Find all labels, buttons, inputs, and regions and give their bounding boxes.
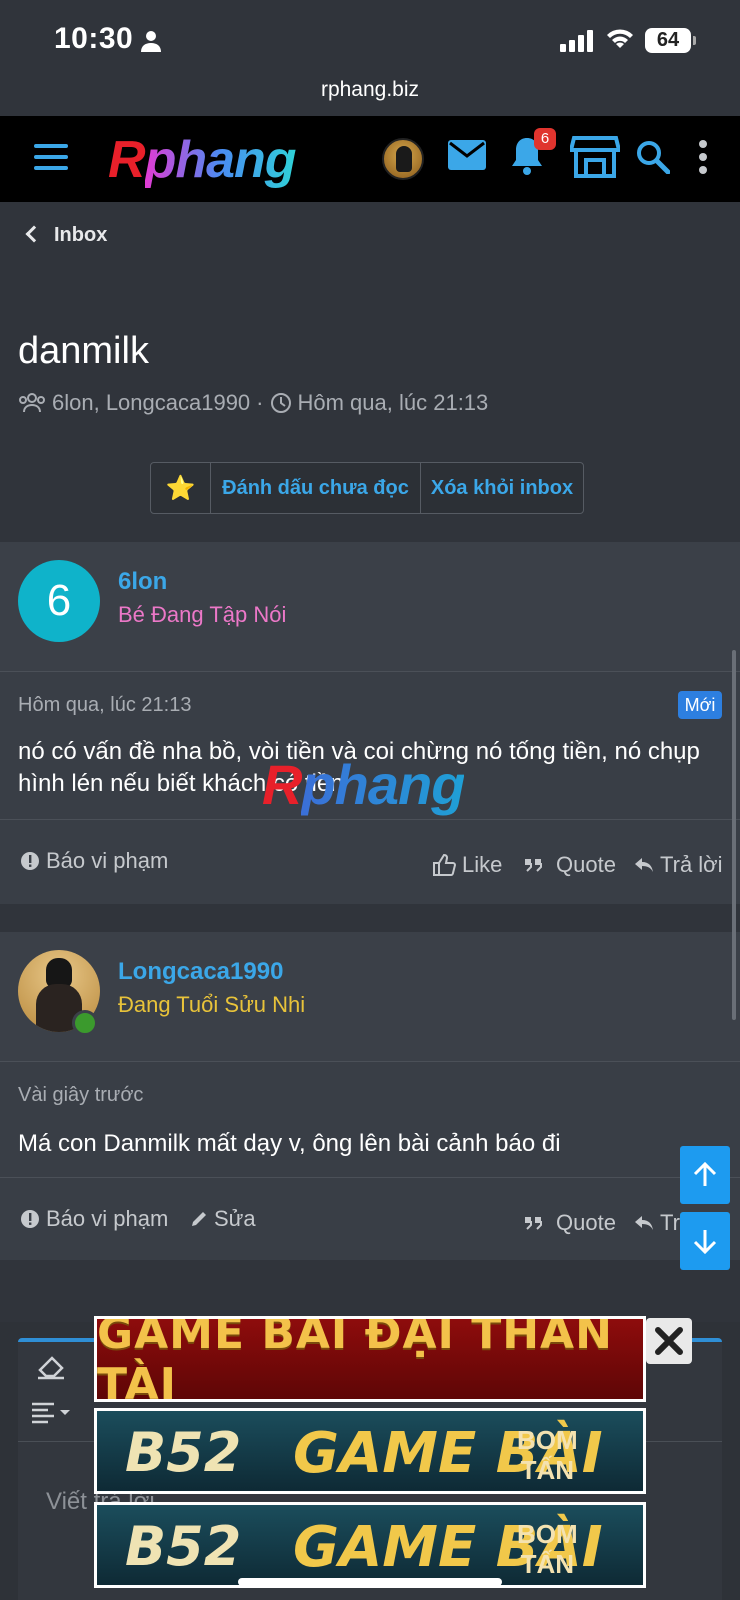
- user-avatar[interactable]: [382, 138, 424, 180]
- message-user-info: 6 6lon Bé Đang Tập Nói: [0, 542, 740, 672]
- more-options-icon[interactable]: [698, 140, 708, 174]
- chevron-left-icon: [25, 225, 43, 243]
- message-body: Má con Danmilk mất dạy v, ông lên bài cả…: [18, 1130, 561, 1157]
- align-icon[interactable]: [30, 1402, 74, 1424]
- quote-button[interactable]: Quote: [524, 1210, 616, 1236]
- scrollbar[interactable]: [732, 650, 736, 1020]
- arrow-up-icon: [693, 1162, 717, 1186]
- divider: [0, 1177, 740, 1178]
- reply-icon: [635, 1216, 653, 1230]
- status-time: 10:30: [54, 22, 134, 55]
- wifi-icon: [607, 29, 633, 48]
- participants[interactable]: 6lon, Longcaca1990: [52, 390, 250, 416]
- users-icon: [19, 393, 45, 413]
- edit-button[interactable]: Sửa: [190, 1206, 256, 1232]
- user-title: Bé Đang Tập Nói: [118, 602, 287, 627]
- menu-icon[interactable]: [34, 144, 68, 172]
- online-status-icon: [72, 1010, 98, 1036]
- like-button[interactable]: Like: [432, 852, 502, 878]
- notification-badge: 6: [534, 128, 556, 150]
- remove-inbox-button[interactable]: Xóa khỏi inbox: [421, 463, 583, 513]
- conversation-meta: 6lon, Longcaca1990 · Hôm qua, lúc 21:13: [18, 390, 488, 416]
- divider: [0, 819, 740, 820]
- scroll-bottom-button[interactable]: [680, 1212, 730, 1270]
- store-icon[interactable]: [570, 136, 620, 178]
- clock-icon: [270, 393, 291, 413]
- conversation-time: Hôm qua, lúc 21:13: [297, 390, 489, 415]
- quote-icon: [525, 1217, 542, 1230]
- user-title: Đang Tuổi Sửu Nhi: [118, 992, 306, 1017]
- status-bar: 10:30 64: [0, 0, 740, 80]
- arrow-down-icon: [693, 1230, 717, 1254]
- conversation-actions: ⭐ Đánh dấu chưa đọc Xóa khỏi inbox: [150, 462, 584, 514]
- new-badge: Mới: [678, 691, 722, 719]
- message-time[interactable]: Vài giây trước: [18, 1084, 143, 1107]
- cellular-signal-icon: [560, 30, 593, 52]
- person-icon: [141, 31, 161, 52]
- ad-banner-b52[interactable]: B52 GAME BÀI BOM TẤN: [94, 1408, 646, 1494]
- pencil-icon: [192, 1212, 206, 1226]
- username[interactable]: Longcaca1990: [118, 958, 283, 986]
- eraser-icon[interactable]: [36, 1354, 66, 1380]
- battery-indicator: 64: [645, 28, 696, 53]
- site-logo[interactable]: Rphang: [108, 130, 297, 190]
- star-button[interactable]: ⭐: [151, 463, 211, 513]
- scroll-top-button[interactable]: [680, 1146, 730, 1204]
- username[interactable]: 6lon: [118, 568, 167, 596]
- meta-separator: ·: [256, 390, 264, 415]
- reply-button[interactable]: Trả lời: [634, 852, 723, 878]
- alert-icon: [21, 852, 39, 870]
- alert-icon: [21, 1210, 39, 1228]
- avatar[interactable]: 6: [18, 560, 100, 642]
- thumbs-up-icon: [433, 854, 456, 876]
- message-time[interactable]: Hôm qua, lúc 21:13: [18, 694, 191, 717]
- ad-banner-game-bai-dai-than-tai[interactable]: GAME BÀI ĐẠI THẦN TÀI: [94, 1316, 646, 1402]
- watermark-logo: Rphang: [262, 753, 465, 816]
- home-indicator[interactable]: [238, 1578, 502, 1586]
- page-title: danmilk: [18, 330, 149, 372]
- ad-close-button[interactable]: [646, 1318, 692, 1364]
- report-link[interactable]: Báo vi phạm: [20, 1206, 168, 1232]
- mark-unread-button[interactable]: Đánh dấu chưa đọc: [211, 463, 421, 513]
- message-longcaca1990: Longcaca1990 Đang Tuổi Sửu Nhi Vài giây …: [0, 932, 740, 1260]
- breadcrumb-inbox[interactable]: Inbox: [25, 224, 107, 247]
- search-icon[interactable]: [636, 140, 670, 174]
- top-navigation: Rphang: [0, 116, 740, 202]
- ad-banner-b52[interactable]: B52 GAME BÀI BOM TẤN: [94, 1502, 646, 1588]
- reply-icon: [635, 858, 653, 872]
- close-icon: [655, 1327, 683, 1355]
- report-link[interactable]: Báo vi phạm: [20, 848, 168, 874]
- mail-icon[interactable]: [448, 140, 486, 170]
- message-user-info: Longcaca1990 Đang Tuổi Sửu Nhi: [0, 932, 740, 1062]
- quote-button[interactable]: Quote: [524, 852, 616, 878]
- url-bar[interactable]: rphang.biz: [0, 78, 740, 116]
- message-6lon: 6 6lon Bé Đang Tập Nói Hôm qua, lúc 21:1…: [0, 542, 740, 904]
- quote-icon: [525, 859, 542, 872]
